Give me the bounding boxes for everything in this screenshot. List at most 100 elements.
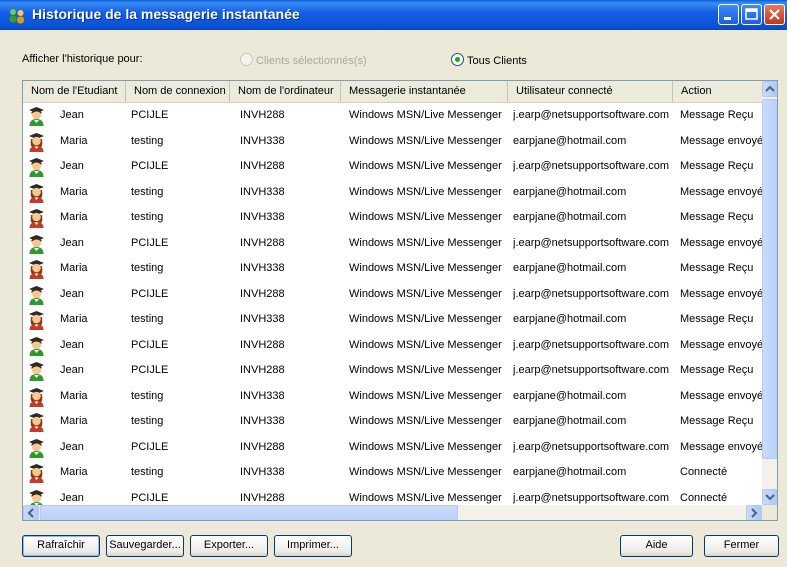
cell-action: Message Reçu	[680, 313, 754, 325]
table-row[interactable]: Maria testing INVH338 Windows MSN/Live Mess…	[23, 205, 763, 231]
table-row[interactable]: Maria testing INVH338 Windows MSN/Live Mess…	[23, 409, 763, 435]
help-button[interactable]: Aide	[620, 535, 693, 557]
cell-action: Message Reçu	[680, 211, 754, 223]
history-filter-label: Afficher l'historique pour:	[22, 53, 143, 65]
users-icon	[8, 8, 26, 24]
column-header-computer[interactable]: Nom de l'ordinateur	[230, 81, 341, 102]
cell-user: j.earp@netsupportsoftware.com	[513, 440, 670, 453]
radio-checked-icon	[451, 53, 464, 66]
chevron-left-icon	[27, 508, 34, 518]
cell-user: earpjane@hotmail.com	[513, 415, 627, 427]
cell-student: Maria	[60, 211, 88, 223]
vertical-scrollbar[interactable]	[762, 81, 777, 505]
table-row[interactable]: Jean PCIJLE INVH288 Windows MSN/Live Messen…	[23, 282, 763, 308]
cell-student: Jean	[60, 160, 84, 172]
female-student-icon	[28, 387, 45, 407]
scroll-left-button[interactable]	[23, 505, 39, 520]
cell-user: j.earp@netsupportsoftware.com	[513, 338, 670, 351]
close-button[interactable]: Fermer	[704, 535, 779, 557]
cell-im: Windows MSN/Live Messenger	[349, 287, 502, 300]
column-header-student[interactable]: Nom de l'Etudiant	[23, 81, 126, 102]
cell-user: j.earp@netsupportsoftware.com	[513, 364, 670, 376]
refresh-button[interactable]: Rafraîchir	[22, 535, 100, 557]
cell-computer: INVH288	[240, 364, 285, 376]
horizontal-scrollbar[interactable]	[23, 505, 762, 520]
vertical-scroll-thumb[interactable]	[762, 99, 777, 459]
cell-computer: INVH338	[240, 262, 285, 274]
column-header-user[interactable]: Utilisateur connecté	[508, 81, 673, 102]
cell-student: Jean	[60, 236, 84, 249]
table-row[interactable]: Jean PCIJLE INVH288 Windows MSN/Live Messen…	[23, 103, 763, 129]
maximize-icon	[745, 8, 758, 20]
cell-login: PCIJLE	[131, 338, 169, 351]
table-row[interactable]: Maria testing INVH338 Windows MSN/Live Mess…	[23, 129, 763, 155]
female-student-icon	[28, 259, 45, 279]
cell-im: Windows MSN/Live Messenger	[349, 134, 502, 147]
table-row[interactable]: Jean PCIJLE INVH288 Windows MSN/Live Messen…	[23, 358, 763, 384]
minimize-button[interactable]	[718, 4, 739, 25]
cell-login: testing	[131, 313, 164, 325]
all-clients-radio[interactable]: Tous Clients	[451, 53, 527, 67]
male-student-icon	[28, 438, 45, 458]
cell-action: Message envoyé	[680, 389, 763, 402]
table-row[interactable]: Maria testing INVH338 Windows MSN/Live Mess…	[23, 307, 763, 333]
column-header-action[interactable]: Action	[673, 81, 763, 102]
cell-student: Jean	[60, 109, 84, 121]
cell-user: earpjane@hotmail.com	[513, 389, 627, 402]
female-student-icon	[28, 208, 45, 228]
male-student-icon	[28, 361, 45, 381]
cell-action: Message envoyé	[680, 287, 763, 300]
im-history-window: Historique de la messagerie instantanée …	[0, 0, 787, 567]
cell-student: Jean	[60, 287, 84, 300]
table-row[interactable]: Jean PCIJLE INVH288 Windows MSN/Live Messen…	[23, 333, 763, 359]
maximize-button[interactable]	[741, 4, 762, 25]
table-row[interactable]: Maria testing INVH338 Windows MSN/Live Mess…	[23, 460, 763, 486]
cell-action: Message Reçu	[680, 262, 754, 274]
cell-im: Windows MSN/Live Messenger	[349, 185, 502, 198]
print-button[interactable]: Imprimer...	[274, 535, 352, 557]
cell-im: Windows MSN/Live Messenger	[349, 415, 502, 427]
table-row[interactable]: Jean PCIJLE INVH288 Windows MSN/Live Messen…	[23, 435, 763, 461]
save-button[interactable]: Sauvegarder...	[106, 535, 184, 557]
title-bar[interactable]: Historique de la messagerie instantanée	[0, 0, 787, 30]
cell-login: testing	[131, 185, 164, 198]
cell-computer: INVH288	[240, 109, 285, 121]
male-student-icon	[28, 336, 45, 356]
cell-computer: INVH338	[240, 185, 285, 198]
cell-student: Maria	[60, 415, 88, 427]
table-row[interactable]: Jean PCIJLE INVH288 Windows MSN/Live Messen…	[23, 154, 763, 180]
scroll-up-button[interactable]	[762, 81, 777, 97]
table-row[interactable]: Jean PCIJLE INVH288 Windows MSN/Live Messen…	[23, 231, 763, 257]
cell-user: earpjane@hotmail.com	[513, 313, 627, 325]
column-header-im[interactable]: Messagerie instantanée	[341, 81, 508, 102]
cell-login: testing	[131, 211, 164, 223]
column-header-login[interactable]: Nom de connexion	[126, 81, 230, 102]
table-row[interactable]: Maria testing INVH338 Windows MSN/Live Mess…	[23, 384, 763, 410]
male-student-icon	[28, 234, 45, 254]
cell-login: testing	[131, 134, 164, 147]
cell-user: j.earp@netsupportsoftware.com	[513, 287, 670, 300]
table-row[interactable]: Maria testing INVH338 Windows MSN/Live Mess…	[23, 180, 763, 206]
cell-action: Message envoyé	[680, 440, 763, 453]
radio-unchecked-icon	[240, 53, 253, 66]
female-student-icon	[28, 310, 45, 330]
cell-student: Jean	[60, 364, 84, 376]
table-row[interactable]: Maria testing INVH338 Windows MSN/Live Mess…	[23, 256, 763, 282]
horizontal-scroll-thumb[interactable]	[40, 505, 458, 520]
cell-im: Windows MSN/Live Messenger	[349, 338, 502, 351]
selected-clients-label: Clients sélectionnés(s)	[256, 55, 367, 67]
window-title: Historique de la messagerie instantanée	[32, 6, 300, 22]
close-window-button[interactable]	[764, 4, 785, 25]
scroll-down-button[interactable]	[762, 489, 777, 505]
female-student-icon	[28, 132, 45, 152]
cell-login: PCIJLE	[131, 236, 169, 249]
cell-login: testing	[131, 262, 164, 274]
cell-user: earpjane@hotmail.com	[513, 466, 627, 478]
history-list[interactable]: Nom de l'Etudiant Nom de connexion Nom d…	[22, 80, 778, 521]
export-button[interactable]: Exporter...	[190, 535, 268, 557]
cell-login: PCIJLE	[131, 287, 169, 300]
cell-user: earpjane@hotmail.com	[513, 262, 627, 274]
selected-clients-radio[interactable]: Clients sélectionnés(s)	[240, 53, 367, 67]
scroll-right-button[interactable]	[746, 505, 762, 520]
cell-action: Message envoyé	[680, 185, 763, 198]
